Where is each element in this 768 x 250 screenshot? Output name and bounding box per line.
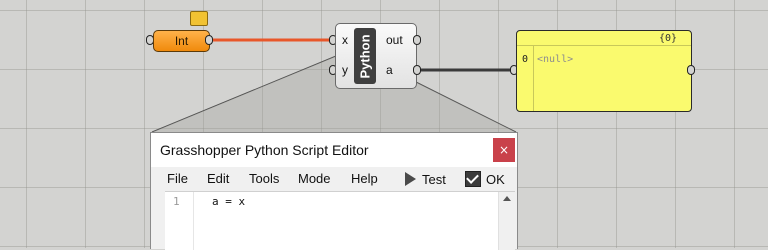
scroll-up-icon[interactable] xyxy=(503,196,511,201)
test-button-label: Test xyxy=(422,171,446,187)
python-input-y[interactable]: y xyxy=(342,63,348,77)
python-input-x[interactable]: x xyxy=(342,33,348,47)
ok-check-icon xyxy=(465,171,481,187)
panel-component[interactable]: {0} 0 <null> xyxy=(516,30,692,112)
panel-output-grip[interactable] xyxy=(687,65,695,75)
line-number: 1 xyxy=(173,195,180,208)
menu-help[interactable]: Help xyxy=(351,171,378,186)
script-editor-window: Grasshopper Python Script Editor × File … xyxy=(150,132,518,250)
python-output-a-grip[interactable] xyxy=(413,65,421,75)
python-title-bar: Python xyxy=(354,28,376,84)
line-number-gutter: 1 xyxy=(165,192,194,250)
close-button[interactable]: × xyxy=(493,138,515,162)
panel-row-index: 0 xyxy=(522,54,529,65)
editor-left-margin xyxy=(151,191,165,249)
close-icon: × xyxy=(498,143,510,157)
code-editor[interactable]: 1 a = x xyxy=(165,191,515,250)
editor-title: Grasshopper Python Script Editor xyxy=(160,142,369,158)
test-button[interactable]: Test xyxy=(405,169,446,189)
code-line[interactable]: a = x xyxy=(212,195,245,208)
python-component[interactable]: x y Python out a xyxy=(335,23,417,89)
menu-file[interactable]: File xyxy=(167,171,188,186)
python-title: Python xyxy=(357,33,373,79)
panel-row-value: <null> xyxy=(537,54,574,65)
panel-body: 0 <null> xyxy=(517,45,691,111)
python-output-out[interactable]: out xyxy=(386,33,403,47)
int-output-grip[interactable] xyxy=(205,35,213,45)
menu-mode[interactable]: Mode xyxy=(298,171,331,186)
ok-button[interactable]: OK xyxy=(465,169,505,189)
menu-edit[interactable]: Edit xyxy=(207,171,229,186)
panel-index-divider xyxy=(533,46,534,111)
menu-tools[interactable]: Tools xyxy=(249,171,279,186)
int-component[interactable]: Int xyxy=(153,30,210,52)
int-slider-badge-icon xyxy=(190,11,208,26)
int-component-label: Int xyxy=(174,34,189,48)
python-output-out-grip[interactable] xyxy=(413,35,421,45)
editor-menubar: File Edit Tools Mode Help Test OK xyxy=(151,167,517,191)
python-output-a[interactable]: a xyxy=(386,63,393,77)
play-icon xyxy=(405,172,416,186)
editor-titlebar[interactable]: Grasshopper Python Script Editor × xyxy=(151,133,517,167)
vertical-scrollbar[interactable] xyxy=(498,192,515,250)
panel-path-header: {0} xyxy=(658,33,677,44)
ok-button-label: OK xyxy=(486,171,505,187)
